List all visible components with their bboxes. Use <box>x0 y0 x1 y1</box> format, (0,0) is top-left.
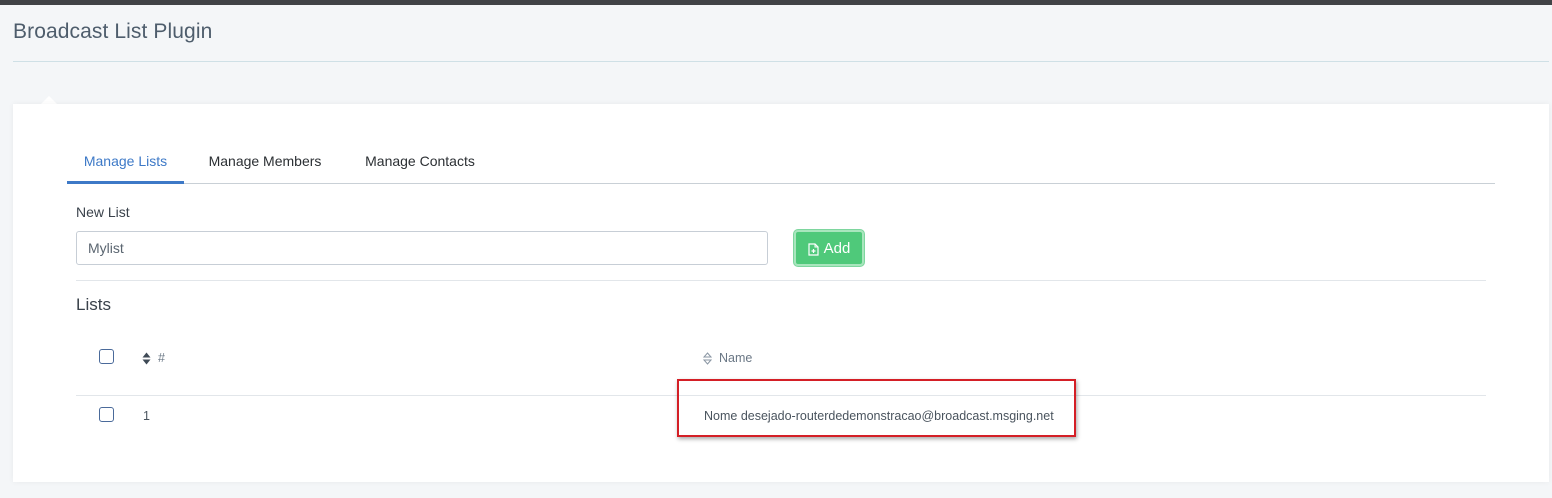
tab-manage-lists[interactable]: Manage Lists <box>67 144 184 184</box>
row-name: Nome desejado-routerdedemonstracao@broad… <box>704 409 1054 423</box>
add-file-icon <box>808 242 819 256</box>
column-header-name[interactable]: Name <box>719 351 752 365</box>
lists-heading: Lists <box>76 295 111 314</box>
sort-name-icon[interactable] <box>703 352 712 365</box>
sort-index-icon[interactable] <box>142 352 151 365</box>
select-all-checkbox[interactable] <box>99 349 114 364</box>
annotation-highlight-box <box>677 379 1076 437</box>
section-divider <box>76 280 1486 281</box>
plugin-card: Manage Lists Manage Members Manage Conta… <box>13 104 1549 482</box>
new-list-label: New List <box>76 204 130 220</box>
table-header-divider <box>76 395 1486 396</box>
tab-manage-contacts[interactable]: Manage Contacts <box>354 144 486 184</box>
tab-bar: Manage Lists Manage Members Manage Conta… <box>67 144 1495 184</box>
add-button-label: Add <box>823 239 851 257</box>
title-divider <box>13 61 1549 62</box>
column-header-index[interactable]: # <box>158 351 165 365</box>
tab-manage-members[interactable]: Manage Members <box>199 144 331 184</box>
row-index: 1 <box>143 409 150 423</box>
row-checkbox[interactable] <box>99 407 114 422</box>
add-list-button[interactable]: Add <box>794 230 864 266</box>
top-bar <box>0 0 1552 5</box>
new-list-input[interactable] <box>76 231 768 265</box>
page-title: Broadcast List Plugin <box>13 20 213 43</box>
